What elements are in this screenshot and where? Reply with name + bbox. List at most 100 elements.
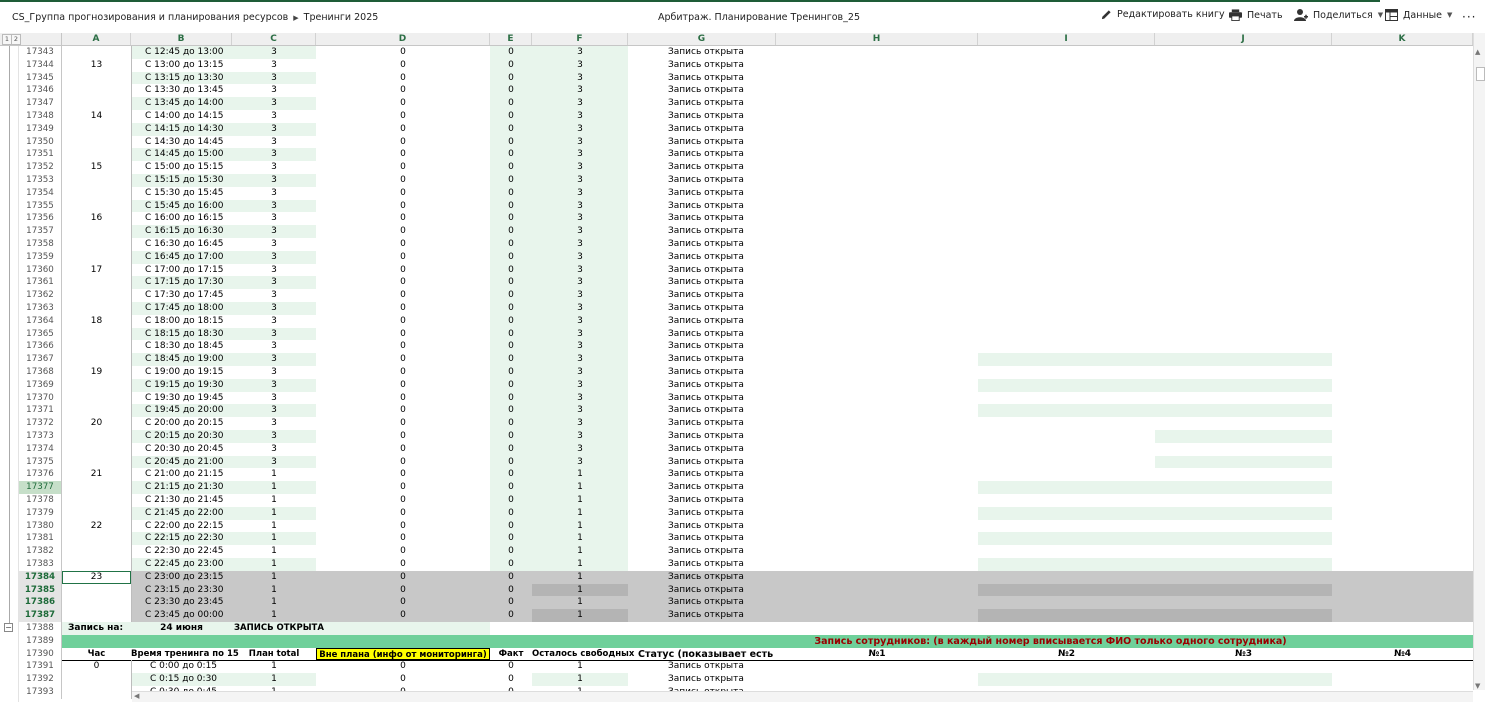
time-slot-cell[interactable]: С 23:15 до 23:30: [131, 584, 246, 597]
plan-total-cell[interactable]: 3: [232, 225, 316, 238]
fact-cell[interactable]: 0: [490, 302, 532, 315]
remaining-cell[interactable]: 3: [532, 366, 628, 379]
fact-cell[interactable]: 0: [490, 315, 532, 328]
hour-cell[interactable]: [62, 545, 131, 558]
row-number[interactable]: 17348: [19, 110, 62, 123]
more-options-icon[interactable]: ···: [1462, 10, 1476, 24]
row-number[interactable]: 17369: [19, 378, 62, 392]
remaining-cell[interactable]: 3: [532, 200, 628, 213]
row-number[interactable]: 17363: [19, 302, 62, 315]
fact-cell[interactable]: 0: [490, 494, 532, 507]
column-header-b[interactable]: B: [131, 33, 232, 45]
status-cell[interactable]: Запись открыта: [628, 404, 816, 417]
row-number[interactable]: 17384: [19, 570, 62, 584]
plan-total-cell[interactable]: 3: [232, 238, 316, 251]
employee-banner[interactable]: Запись сотрудников: (в каждый номер впис…: [628, 635, 1473, 648]
time-slot-cell[interactable]: С 22:00 до 22:15: [131, 520, 246, 533]
row-number[interactable]: 17362: [19, 289, 62, 302]
remaining-cell[interactable]: 1: [532, 584, 628, 597]
hour-cell[interactable]: [62, 430, 131, 443]
plan-total-cell[interactable]: 1: [232, 507, 316, 520]
remaining-cell[interactable]: 1: [532, 571, 628, 584]
status-cell[interactable]: Запись открыта: [628, 558, 816, 571]
remaining-cell[interactable]: 3: [532, 443, 628, 456]
plan-total-cell[interactable]: 3: [232, 366, 316, 379]
off-plan-cell[interactable]: 0: [316, 494, 490, 507]
remaining-cell[interactable]: 3: [532, 430, 628, 443]
plan-total-cell[interactable]: 3: [232, 340, 316, 353]
status-cell[interactable]: Запись открыта: [628, 161, 816, 174]
off-plan-cell[interactable]: 0: [316, 596, 490, 609]
time-slot-cell[interactable]: С 20:30 до 20:45: [131, 443, 246, 456]
data-menu-button[interactable]: Данные ▼: [1385, 9, 1452, 21]
remaining-cell[interactable]: 3: [532, 72, 628, 85]
row-number[interactable]: 17373: [19, 430, 62, 443]
row-number[interactable]: 17358: [19, 238, 62, 251]
vertical-scrollbar[interactable]: ▲ ▼: [1473, 33, 1485, 690]
remaining-cell[interactable]: 3: [532, 161, 628, 174]
plan-total-cell[interactable]: 3: [232, 46, 316, 59]
remaining-cell[interactable]: 1: [532, 481, 628, 494]
hour-cell[interactable]: [62, 289, 131, 302]
plan-total-cell[interactable]: 1: [232, 660, 316, 673]
plan-total-cell[interactable]: 3: [232, 161, 316, 174]
time-slot-cell[interactable]: С 20:15 до 20:30: [131, 430, 246, 443]
row-number[interactable]: 17381: [19, 532, 62, 546]
row-number[interactable]: 17368: [19, 366, 62, 379]
status-cell[interactable]: Запись открыта: [628, 302, 816, 315]
off-plan-cell[interactable]: 0: [316, 187, 490, 200]
off-plan-cell[interactable]: 0: [316, 328, 490, 341]
plan-total-cell[interactable]: 3: [232, 200, 316, 213]
hour-cell[interactable]: [62, 123, 131, 136]
off-plan-cell[interactable]: 0: [316, 72, 490, 85]
off-plan-cell[interactable]: 0: [316, 584, 490, 597]
row-number[interactable]: 17390: [19, 647, 62, 661]
off-plan-cell[interactable]: 0: [316, 532, 490, 545]
remaining-cell[interactable]: 3: [532, 84, 628, 97]
hour-cell[interactable]: [62, 251, 131, 264]
row-number[interactable]: 17344: [19, 58, 62, 72]
plan-total-cell[interactable]: 3: [232, 443, 316, 456]
time-slot-cell[interactable]: С 21:15 до 21:30: [131, 481, 246, 494]
remaining-cell[interactable]: 3: [532, 251, 628, 264]
status-cell[interactable]: Запись открыта: [628, 315, 816, 328]
record-date[interactable]: 24 июня: [131, 622, 232, 635]
remaining-cell[interactable]: 3: [532, 328, 628, 341]
time-slot-cell[interactable]: С 13:00 до 13:15: [131, 59, 246, 72]
row-number[interactable]: 17356: [19, 212, 62, 226]
row-number[interactable]: 17345: [19, 71, 62, 85]
time-slot-cell[interactable]: С 15:45 до 16:00: [131, 200, 246, 213]
fact-cell[interactable]: 0: [490, 430, 532, 443]
fact-cell[interactable]: 0: [490, 596, 532, 609]
fact-cell[interactable]: 0: [490, 123, 532, 136]
fact-cell[interactable]: 0: [490, 584, 532, 597]
column-header-d[interactable]: D: [316, 33, 490, 45]
fact-cell[interactable]: 0: [490, 468, 532, 481]
select-all-corner[interactable]: 1 2: [0, 33, 62, 45]
remaining-cell[interactable]: 3: [532, 315, 628, 328]
fact-cell[interactable]: 0: [490, 532, 532, 545]
plan-total-cell[interactable]: 1: [232, 481, 316, 494]
status-cell[interactable]: Запись открыта: [628, 430, 816, 443]
row-number[interactable]: 17359: [19, 250, 62, 264]
off-plan-cell[interactable]: 0: [316, 123, 490, 136]
hour-cell[interactable]: 0: [62, 660, 131, 673]
row-number[interactable]: 17366: [19, 340, 62, 354]
time-slot-cell[interactable]: С 23:00 до 23:15: [131, 571, 246, 584]
status-cell[interactable]: Запись открыта: [628, 200, 816, 213]
time-slot-cell[interactable]: С 14:45 до 15:00: [131, 148, 246, 161]
fact-cell[interactable]: 0: [490, 545, 532, 558]
row-number[interactable]: 17376: [19, 468, 62, 482]
fact-cell[interactable]: 0: [490, 609, 532, 622]
status-cell[interactable]: Запись открыта: [628, 353, 816, 366]
hour-cell[interactable]: [62, 97, 131, 110]
fact-cell[interactable]: 0: [490, 136, 532, 149]
hour-cell[interactable]: [62, 609, 131, 622]
off-plan-cell[interactable]: 0: [316, 238, 490, 251]
breadcrumb-item-folder[interactable]: CS_Группа прогнозирования и планирования…: [12, 12, 288, 23]
hour-cell[interactable]: 14: [62, 110, 131, 123]
hour-cell[interactable]: 21: [62, 468, 131, 481]
row-number[interactable]: 17374: [19, 442, 62, 456]
time-slot-cell[interactable]: С 23:45 до 00:00: [131, 609, 246, 622]
breadcrumb-item-subfolder[interactable]: Тренинги 2025: [304, 12, 379, 23]
